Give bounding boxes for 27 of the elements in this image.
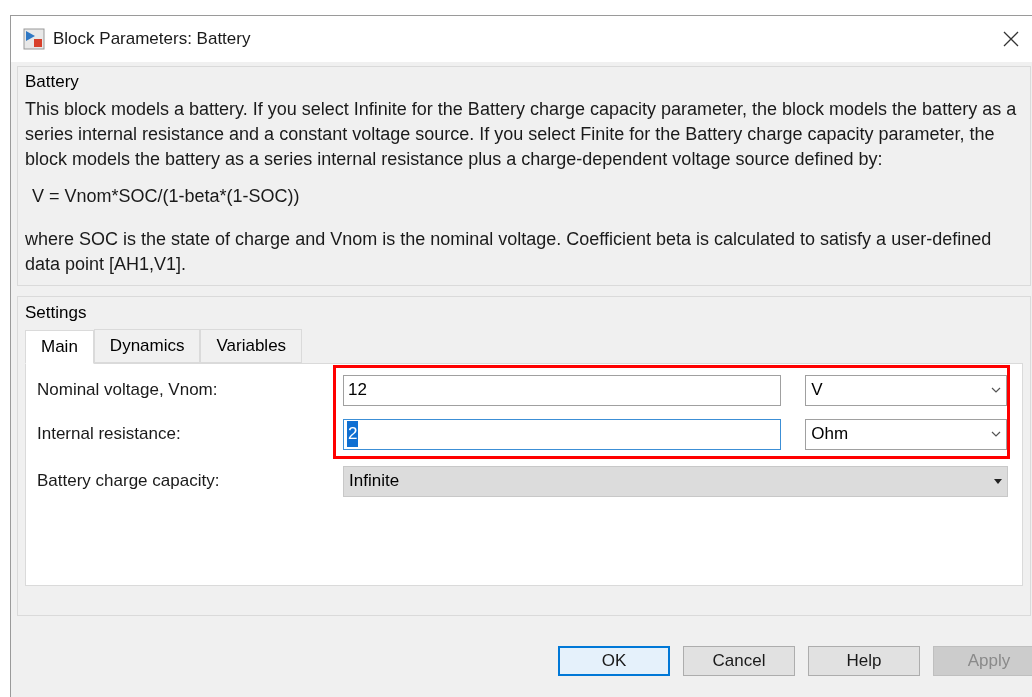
tab[interactable]: Dynamics bbox=[93, 329, 201, 363]
unit-dropdown[interactable]: V bbox=[805, 374, 1007, 406]
unit-dropdown[interactable]: Ohm bbox=[805, 418, 1007, 450]
window-title: Block Parameters: Battery bbox=[53, 28, 251, 51]
parameter-label: Battery charge capacity: bbox=[37, 470, 221, 493]
dropdown-arrow-icon bbox=[994, 478, 1002, 484]
tab[interactable]: Variables bbox=[200, 329, 303, 363]
dialog-button[interactable]: OK bbox=[558, 646, 670, 676]
parameter-label: Internal resistance: bbox=[37, 423, 182, 446]
parameter-label: Nominal voltage, Vnom: bbox=[37, 379, 219, 402]
dialog-button[interactable]: Help bbox=[808, 646, 920, 676]
field-value: 2 bbox=[347, 421, 359, 447]
value-field[interactable]: 12 bbox=[343, 374, 782, 406]
description-text: where SOC is the state of charge and Vnom is the nominal voltage. Coefficient beta is calculated to satisfy a user-defined data point [AH1,V1]. bbox=[25, 228, 993, 276]
formula-text: V = Vnom*SOC/(1-beta*(1-SOC)) bbox=[31, 185, 301, 208]
close-icon[interactable] bbox=[1003, 31, 1019, 47]
value-field[interactable]: 2 bbox=[343, 418, 782, 450]
tab[interactable]: Main bbox=[25, 330, 94, 364]
group-title: Settings bbox=[25, 302, 88, 325]
capacity-dropdown[interactable]: Infinite bbox=[343, 465, 1008, 497]
block-app-icon bbox=[23, 28, 45, 50]
chevron-down-icon bbox=[991, 387, 1001, 393]
group-title: Battery bbox=[25, 71, 80, 94]
field-value: 12 bbox=[347, 379, 368, 402]
chevron-down-icon bbox=[991, 431, 1001, 437]
dialog-button[interactable]: Cancel bbox=[683, 646, 795, 676]
description-text: This block models a battery. If you select Infinite for the Battery charge capacity parameter, the block models the battery as a series internal resistance and a constant voltage source. If you select Finite for the Battery charge capacity parameter, the block models the battery as a series internal resistance plus a charge-dependent voltage source defined by: bbox=[25, 98, 1018, 171]
